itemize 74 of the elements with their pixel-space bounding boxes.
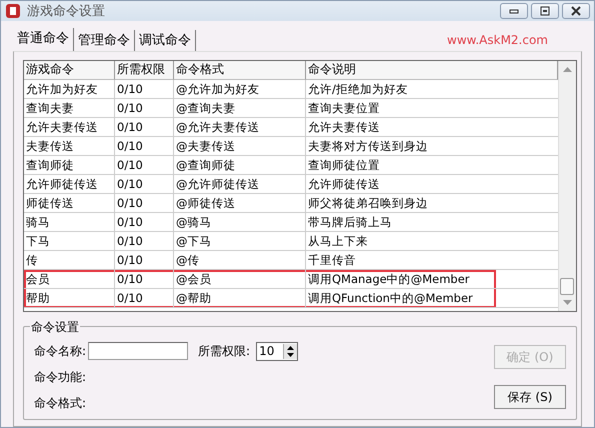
scrollbar-thumb[interactable] [560, 278, 574, 295]
field-label: 命令功能: [34, 368, 86, 386]
table-cell: 会员 [24, 270, 115, 289]
table-cell: @下马 [174, 232, 306, 251]
tab[interactable]: 普通命令 [13, 28, 74, 51]
field-label: 命令格式: [34, 394, 86, 412]
maximize-icon [538, 5, 552, 17]
table-cell: @传 [174, 251, 306, 270]
column-header[interactable]: 游戏命令 [24, 61, 115, 80]
table-cell: @骑马 [174, 213, 306, 232]
app-icon [5, 3, 21, 19]
tab[interactable]: 管理命令 [74, 30, 135, 51]
table-cell: @会员 [174, 270, 306, 289]
column-header[interactable]: 命令格式 [174, 61, 306, 80]
table-cell: 0/10 [115, 80, 174, 99]
scrollbar[interactable] [558, 61, 576, 311]
table-cell: 0/10 [115, 213, 174, 232]
maximize-button[interactable] [531, 3, 559, 19]
table-cell: 0/10 [115, 232, 174, 251]
table-cell: 0/10 [115, 175, 174, 194]
table-cell: 0/10 [115, 270, 174, 289]
table-cell: 允许加为好友 [24, 80, 115, 99]
table-cell: 0/10 [115, 118, 174, 137]
tab[interactable]: 调试命令 [135, 30, 196, 51]
close-button[interactable] [562, 3, 590, 19]
table-cell: 夫妻将对方传送到身边 [306, 137, 496, 156]
table-cell: @允许师徒传送 [174, 175, 306, 194]
group-title: 命令设置 [30, 319, 80, 336]
minimize-button[interactable] [500, 3, 528, 19]
table-cell: 允许夫妻传送 [306, 118, 496, 137]
window-title: 游戏命令设置 [27, 3, 106, 20]
table-cell: 允许/拒绝加为好友 [306, 80, 496, 99]
spin-field[interactable]: 10 [256, 342, 298, 360]
table-cell: @允许夫妻传送 [174, 118, 306, 137]
table-cell: @师徒传送 [174, 194, 306, 213]
table-cell: 0/10 [115, 194, 174, 213]
table-cell: @查询师徒 [174, 156, 306, 175]
table-cell: @帮助 [174, 289, 306, 308]
table-cell: 夫妻传送 [24, 137, 115, 156]
table-cell: 从马上下来 [306, 232, 496, 251]
field-label: 命令名称: [34, 342, 86, 360]
table-cell: 调用QManage中的@Member [306, 270, 496, 289]
table-cell: 千里传音 [306, 251, 496, 270]
website-link[interactable]: www.AskM2.com [447, 33, 548, 47]
table-cell: 帮助 [24, 289, 115, 308]
table-cell: 0/10 [115, 251, 174, 270]
table-cell: 查询师徒 [24, 156, 115, 175]
column-header[interactable]: 命令说明 [306, 61, 558, 80]
input-field[interactable] [88, 342, 188, 360]
table-cell: @夫妻传送 [174, 137, 306, 156]
table-cell: 下马 [24, 232, 115, 251]
table-cell: @允许加为好友 [174, 80, 306, 99]
field-label: 所需权限: [198, 342, 250, 360]
table-cell: 允许师徒传送 [24, 175, 115, 194]
table-cell: 允许夫妻传送 [24, 118, 115, 137]
table-cell: @查询夫妻 [174, 99, 306, 118]
table-cell: 查询师徒位置 [306, 156, 496, 175]
table-cell: 查询夫妻 [24, 99, 115, 118]
table-cell: 师徒传送 [24, 194, 115, 213]
table-cell: 查询夫妻位置 [306, 99, 496, 118]
table-cell: 0/10 [115, 156, 174, 175]
spin-arrows-icon[interactable] [283, 344, 298, 358]
table-cell: 骑马 [24, 213, 115, 232]
table-cell: 0/10 [115, 289, 174, 308]
table-cell: 师父将徒弟召唤到身边 [306, 194, 496, 213]
table-cell: 0/10 [115, 137, 174, 156]
table-cell: 调用QFunction中的@Member [306, 289, 496, 308]
column-header[interactable]: 所需权限 [115, 61, 174, 80]
table-cell: 传 [24, 251, 115, 270]
table-cell: 带马牌后骑上马 [306, 213, 496, 232]
save-button[interactable]: 保存 (S) [494, 385, 566, 409]
table-cell: 0/10 [115, 99, 174, 118]
table-cell: 允许师徒传送 [306, 175, 496, 194]
close-icon [569, 5, 583, 17]
